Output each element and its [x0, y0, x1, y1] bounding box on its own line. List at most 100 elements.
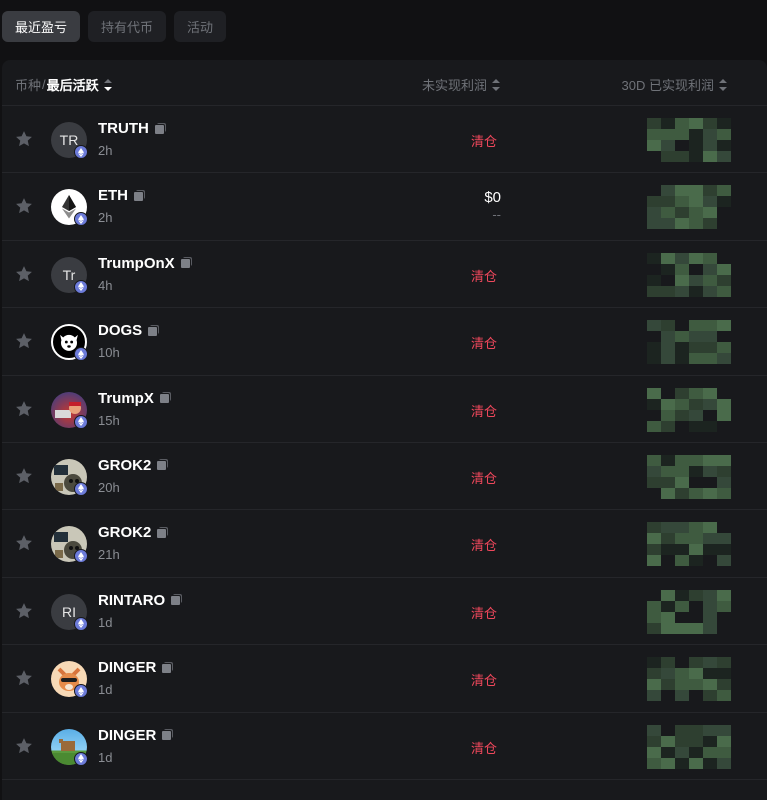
realized-profit-blurred [647, 252, 731, 297]
unrealized-profit-cell: $0 -- [484, 189, 501, 222]
copy-icon[interactable] [170, 594, 183, 607]
token-name-line: DINGER [98, 659, 174, 676]
sold-out-status: 清仓 [470, 538, 497, 554]
sold-out-status: 清仓 [470, 605, 497, 621]
token-name-line: ETH [98, 187, 145, 204]
ethereum-chain-icon [74, 145, 88, 159]
token-name-line: TrumpX [98, 390, 171, 407]
token-name-line: RINTARO [98, 592, 183, 609]
sort-desc-icon[interactable] [103, 78, 112, 91]
star-favorite-icon[interactable] [14, 533, 34, 553]
copy-icon[interactable] [153, 122, 166, 135]
realized-profit-blurred [647, 454, 731, 499]
sort-icon[interactable] [492, 78, 500, 91]
copy-icon[interactable] [147, 324, 160, 337]
token-name-line: DINGER [98, 727, 174, 744]
star-favorite-icon[interactable] [14, 601, 34, 621]
token-name[interactable]: DOGS [98, 322, 142, 339]
token-name[interactable]: TrumpX [98, 390, 154, 407]
table-header: 币种 / 最后活跃 未实现利润 30D 已实现利润 [2, 60, 767, 106]
token-name-line: DOGS [98, 322, 160, 339]
table-row[interactable]: ETH 2h $0 -- [2, 173, 767, 241]
table-row[interactable]: DINGER 1d 清仓 [2, 645, 767, 713]
star-favorite-icon[interactable] [14, 736, 34, 756]
column-coin-header: 币种 / 最后活跃 [15, 75, 112, 94]
copy-icon[interactable] [133, 189, 145, 202]
copy-icon[interactable] [156, 459, 169, 472]
realized-profit-blurred [647, 118, 731, 162]
tab-activity[interactable]: 活动 [174, 11, 227, 42]
table-row[interactable]: RI RINTARO 1d 清仓 [2, 578, 767, 646]
sold-out-status: 清仓 [470, 673, 497, 689]
last-active-time: 1d [98, 682, 113, 698]
copy-icon[interactable] [161, 729, 174, 742]
last-active-time: 2h [98, 143, 113, 158]
unrealized-profit-value: $0 [484, 189, 501, 207]
table-body: TR TRUTH 2h 清仓 ETH 2h $0 -- Tr TrumpOnX 4h 清仓 DOGS 10… [2, 106, 767, 780]
last-active-time: 4h [98, 277, 113, 293]
token-name[interactable]: TrumpOnX [98, 255, 175, 272]
copy-icon[interactable] [179, 257, 192, 270]
ethereum-chain-icon [74, 279, 88, 294]
realized-profit-blurred [647, 522, 731, 567]
token-name[interactable]: GROK2 [98, 457, 151, 474]
star-favorite-icon[interactable] [14, 466, 34, 486]
last-active-time: 1d [98, 749, 113, 765]
ethereum-chain-icon [74, 684, 88, 699]
realized-profit-blurred [647, 724, 731, 769]
column-realized-header[interactable]: 30D 已实现利润 [622, 75, 727, 94]
copy-icon[interactable] [158, 392, 171, 405]
sold-out-status: 清仓 [470, 403, 497, 419]
table-row[interactable]: Tr TrumpOnX 4h 清仓 [2, 241, 767, 309]
ethereum-chain-icon [74, 616, 88, 631]
token-name[interactable]: DINGER [98, 727, 156, 744]
copy-icon[interactable] [161, 661, 174, 674]
token-name-line: TRUTH [98, 120, 166, 137]
tab-bar: 最近盈亏 持有代币 活动 [2, 11, 227, 42]
star-favorite-icon[interactable] [14, 331, 34, 351]
last-active-time: 1d [98, 614, 113, 630]
table-row[interactable]: GROK2 20h 清仓 [2, 443, 767, 511]
last-active-time: 2h [98, 210, 113, 226]
sold-out-status: 清仓 [470, 740, 497, 756]
token-name[interactable]: GROK2 [98, 524, 151, 541]
token-avatar-initials: RI [62, 603, 76, 620]
last-active-time: 15h [98, 412, 120, 428]
star-favorite-icon[interactable] [14, 196, 34, 216]
table-row[interactable]: DINGER 1d 清仓 [2, 713, 767, 780]
star-favorite-icon[interactable] [14, 129, 34, 149]
sold-out-status: 清仓 [470, 268, 497, 284]
ethereum-chain-icon [74, 549, 88, 564]
token-name-line: TrumpOnX [98, 255, 192, 272]
sort-icon[interactable] [719, 78, 727, 91]
token-name[interactable]: ETH [98, 187, 128, 204]
copy-icon[interactable] [156, 526, 169, 539]
sold-out-status: 清仓 [470, 336, 497, 352]
tab-holdings[interactable]: 持有代币 [88, 11, 167, 42]
tab-recent-pnl[interactable]: 最近盈亏 [2, 11, 81, 42]
realized-profit-blurred [647, 589, 731, 634]
ethereum-chain-icon [74, 414, 88, 429]
token-name[interactable]: RINTARO [98, 592, 165, 609]
unrealized-profit-sub: -- [492, 207, 501, 223]
column-coin-label[interactable]: 币种 [15, 75, 41, 94]
ethereum-chain-icon [74, 212, 88, 227]
token-name[interactable]: DINGER [98, 659, 156, 676]
sold-out-status: 清仓 [470, 470, 497, 486]
realized-profit-blurred [647, 320, 731, 365]
ethereum-chain-icon [74, 481, 88, 496]
pnl-table: 币种 / 最后活跃 未实现利润 30D 已实现利润 TR TRUTH 2h 清仓 ETH… [2, 60, 767, 800]
table-row[interactable]: DOGS 10h 清仓 [2, 308, 767, 376]
column-last-active-label[interactable]: 最后活跃 [47, 75, 99, 94]
column-unrealized-header[interactable]: 未实现利润 [422, 75, 500, 94]
token-name-line: GROK2 [98, 457, 169, 474]
star-favorite-icon[interactable] [14, 264, 34, 284]
star-favorite-icon[interactable] [14, 668, 34, 688]
realized-profit-blurred [647, 657, 731, 702]
star-favorite-icon[interactable] [14, 399, 34, 419]
table-row[interactable]: TrumpX 15h 清仓 [2, 376, 767, 443]
last-active-time: 21h [98, 547, 120, 563]
table-row[interactable]: TR TRUTH 2h 清仓 [2, 106, 767, 174]
token-name[interactable]: TRUTH [98, 120, 149, 137]
table-row[interactable]: GROK2 21h 清仓 [2, 510, 767, 578]
